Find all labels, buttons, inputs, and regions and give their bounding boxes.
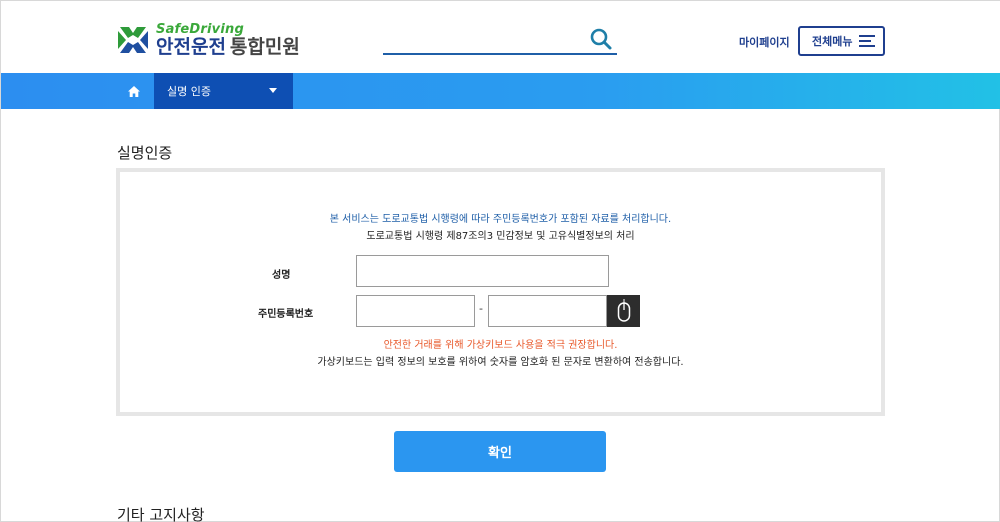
- virtual-keyboard-description: 가상키보드는 입력 정보의 보호를 위하여 숫자를 암호화 된 문자로 변환하여…: [317, 357, 684, 368]
- home-icon: [128, 85, 140, 97]
- other-notices-title: 기타 고지사항: [117, 506, 205, 522]
- logo-korean-main: 안전운전: [156, 36, 226, 58]
- logo-english: SafeDriving: [156, 22, 244, 37]
- site-logo[interactable]: SafeDriving 안전운전 통합민원: [116, 23, 300, 57]
- site-header: SafeDriving 안전운전 통합민원 마이페이지 전체메뉴: [1, 1, 1000, 73]
- notice-line-1: 본 서비스는 도로교통법 시행령에 따라 주민등록번호가 포함된 자료를 처리합…: [329, 214, 672, 225]
- name-label: 성명: [272, 270, 291, 281]
- name-field[interactable]: [356, 255, 609, 287]
- rrn-label: 주민등록번호: [258, 309, 314, 320]
- rrn-dash: -: [479, 302, 483, 315]
- identity-verification-panel: 본 서비스는 도로교통법 시행령에 따라 주민등록번호가 포함된 자료를 처리합…: [116, 168, 885, 416]
- mypage-link[interactable]: 마이페이지: [739, 34, 790, 50]
- logo-text: SafeDriving 안전운전 통합민원: [156, 23, 300, 57]
- home-button[interactable]: [116, 73, 152, 109]
- mouse-icon: [617, 299, 630, 322]
- search-input[interactable]: [383, 27, 583, 53]
- all-menu-label: 전체메뉴: [812, 35, 853, 48]
- safedriving-logo-icon: [118, 27, 148, 53]
- rrn-back-field[interactable]: [488, 295, 607, 327]
- search-bar[interactable]: [383, 27, 617, 55]
- breadcrumb-dropdown[interactable]: 실명 인증: [154, 73, 293, 109]
- rrn-front-field[interactable]: [356, 295, 475, 327]
- search-icon[interactable]: [589, 27, 613, 51]
- caret-down-icon: [269, 88, 277, 93]
- virtual-keyboard-button[interactable]: [607, 295, 640, 327]
- logo-korean: 안전운전 통합민원: [156, 38, 300, 57]
- virtual-keyboard-warning: 안전한 거래를 위해 가상키보드 사용을 적극 권장합니다.: [383, 340, 618, 351]
- logo-korean-sub: 통합민원: [229, 36, 300, 58]
- all-menu-button[interactable]: 전체메뉴: [798, 26, 885, 56]
- breadcrumb-label: 실명 인증: [167, 85, 211, 98]
- hamburger-icon: [859, 35, 875, 48]
- navigation-bar: 실명 인증: [1, 73, 1000, 109]
- notice-line-2: 도로교통법 시행령 제87조의3 민감정보 및 고유식별정보의 처리: [366, 231, 635, 242]
- confirm-button[interactable]: 확인: [394, 431, 606, 472]
- page-title: 실명인증: [117, 144, 173, 162]
